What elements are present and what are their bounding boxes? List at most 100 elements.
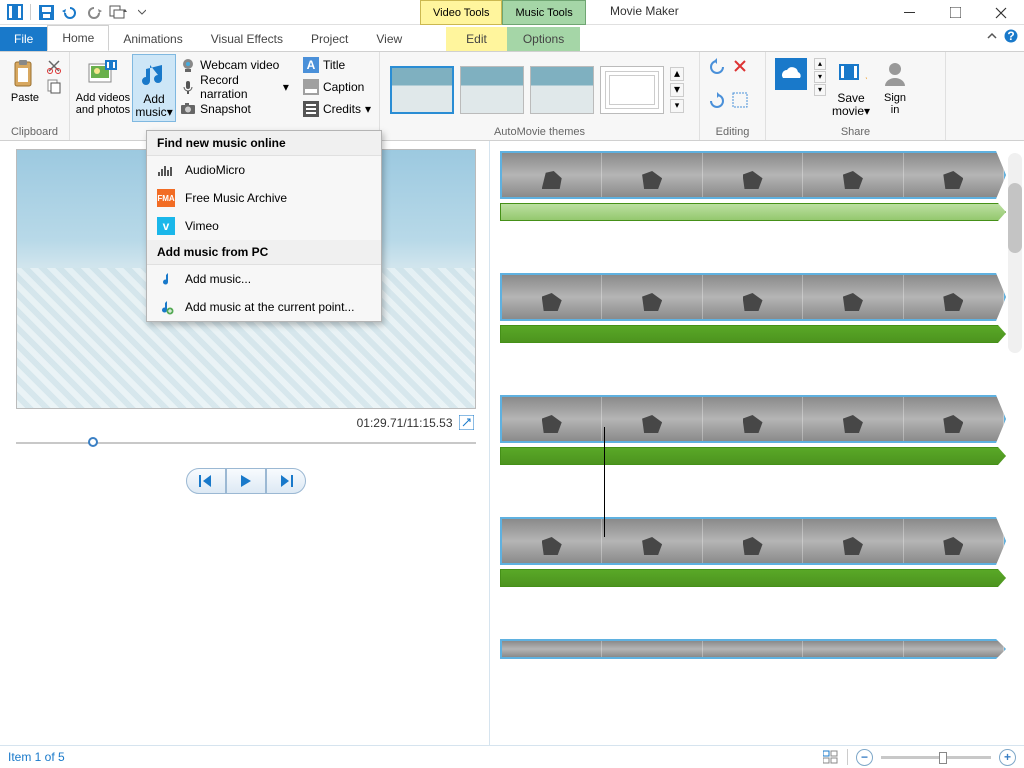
tab-home[interactable]: Home [47, 25, 109, 51]
undo-icon[interactable] [59, 1, 81, 23]
separator [30, 4, 31, 20]
fma-icon: FMA [157, 189, 175, 207]
group-clipboard: Paste Clipboard [0, 52, 70, 140]
view-thumbnails-icon[interactable] [823, 750, 839, 764]
ribbon-collapse-icon[interactable] [986, 30, 998, 42]
clip-row[interactable] [500, 639, 1006, 659]
minimize-icon[interactable] [886, 0, 932, 25]
theme-up-icon[interactable]: ▴ [670, 67, 684, 81]
dd-add-music[interactable]: Add music... [147, 265, 381, 293]
svg-text:A: A [307, 58, 316, 72]
app-title: Movie Maker [610, 4, 679, 18]
timecode: 01:29.71/11:15.53 [357, 416, 453, 430]
tab-options[interactable]: Options [507, 27, 580, 51]
tab-project[interactable]: Project [297, 27, 362, 51]
video-clip[interactable] [500, 639, 1006, 659]
rotate-left-icon[interactable] [708, 58, 728, 76]
app-icon[interactable] [4, 1, 26, 23]
snapshot-button[interactable]: Snapshot [176, 98, 293, 120]
record-narration-button[interactable]: Record narration ▾ [176, 76, 293, 98]
zoom-out-button[interactable]: − [856, 749, 873, 766]
seek-thumb[interactable] [88, 437, 98, 447]
sign-in-button[interactable]: Sign in [874, 54, 916, 118]
add-music-dropdown: Find new music online AudioMicro FMAFree… [146, 130, 382, 322]
theme-thumb-3[interactable] [530, 66, 594, 114]
clip-row[interactable] [500, 517, 1006, 587]
cut-icon[interactable] [46, 58, 62, 78]
clip-row[interactable] [500, 151, 1006, 221]
chevron-down-icon: ▾ [864, 104, 870, 118]
chevron-down-icon: ▾ [365, 102, 371, 116]
video-clip[interactable] [500, 517, 1006, 565]
zoom-in-button[interactable]: + [999, 749, 1016, 766]
title-button[interactable]: ATitle [299, 54, 375, 76]
audio-clip[interactable] [500, 325, 1006, 343]
maximize-icon[interactable] [932, 0, 978, 25]
redo-icon[interactable] [83, 1, 105, 23]
rotate-right-icon[interactable] [708, 92, 728, 110]
vertical-scrollbar[interactable] [1008, 153, 1022, 353]
caption-button[interactable]: Caption [299, 76, 375, 98]
fullscreen-icon[interactable] [459, 415, 474, 430]
audiomicro-icon [157, 161, 175, 179]
share-up-icon[interactable]: ▴ [814, 58, 826, 70]
tab-view[interactable]: View [362, 27, 416, 51]
share-more-icon[interactable]: ▾ [814, 84, 826, 96]
add-music-button[interactable]: Add music▾ [132, 54, 176, 122]
prev-frame-button[interactable] [186, 468, 226, 494]
svg-text:?: ? [1007, 29, 1014, 43]
vimeo-icon: v [157, 217, 175, 235]
share-down-icon[interactable]: ▾ [814, 71, 826, 83]
add-videos-photos-button[interactable]: Add videos and photos [74, 54, 132, 118]
select-all-icon[interactable] [732, 92, 752, 110]
zoom-thumb[interactable] [939, 752, 947, 764]
theme-thumb-4[interactable] [600, 66, 664, 114]
audio-clip[interactable] [500, 569, 1006, 587]
theme-down-icon[interactable]: ▾ [670, 83, 684, 97]
audio-clip[interactable] [500, 203, 1006, 221]
qat-more-icon[interactable] [107, 1, 129, 23]
tab-file[interactable]: File [0, 27, 47, 51]
zoom-slider[interactable] [881, 756, 991, 759]
video-clip[interactable] [500, 273, 1006, 321]
chevron-down-icon: ▾ [283, 80, 289, 94]
playhead[interactable] [604, 427, 605, 537]
onedrive-button[interactable] [770, 54, 812, 94]
ribbon-tabs: File Home Animations Visual Effects Proj… [0, 25, 1024, 52]
dd-add-music-current[interactable]: Add music at the current point... [147, 293, 381, 321]
dd-free-music-archive[interactable]: FMAFree Music Archive [147, 184, 381, 212]
theme-more-icon[interactable]: ▾ [670, 99, 684, 113]
close-icon[interactable] [978, 0, 1024, 25]
clip-row[interactable] [500, 273, 1006, 343]
dd-vimeo[interactable]: vVimeo [147, 212, 381, 240]
paste-button[interactable]: Paste [4, 54, 46, 106]
qat-dropdown-icon[interactable] [131, 1, 153, 23]
audio-clip[interactable] [500, 447, 1006, 465]
theme-thumb-1[interactable] [390, 66, 454, 114]
video-clip[interactable] [500, 151, 1006, 199]
video-clip[interactable] [500, 395, 1006, 443]
theme-thumb-2[interactable] [460, 66, 524, 114]
tab-edit[interactable]: Edit [446, 27, 507, 51]
group-editing: Editing [700, 52, 766, 140]
save-icon[interactable] [35, 1, 57, 23]
dropdown-header: Find new music online [147, 131, 381, 156]
zoom-controls: − + [823, 749, 1016, 766]
save-movie-button[interactable]: Save movie▾ [828, 54, 874, 120]
contextual-tab-headers: Video Tools Music Tools [420, 0, 586, 25]
credits-button[interactable]: Credits ▾ [299, 98, 375, 120]
help-icon[interactable]: ? [1004, 29, 1018, 43]
play-button[interactable] [226, 468, 266, 494]
seek-bar[interactable] [16, 436, 476, 450]
clip-row[interactable] [500, 395, 1006, 465]
scroll-thumb[interactable] [1008, 183, 1022, 253]
timeline[interactable] [490, 141, 1024, 745]
dd-audiomicro[interactable]: AudioMicro [147, 156, 381, 184]
title-bar: Video Tools Music Tools Movie Maker [0, 0, 1024, 25]
quick-access-toolbar [0, 0, 157, 24]
delete-icon[interactable] [732, 58, 752, 76]
tab-visual-effects[interactable]: Visual Effects [197, 27, 297, 51]
next-frame-button[interactable] [266, 468, 306, 494]
copy-icon[interactable] [46, 78, 62, 98]
tab-animations[interactable]: Animations [109, 27, 196, 51]
